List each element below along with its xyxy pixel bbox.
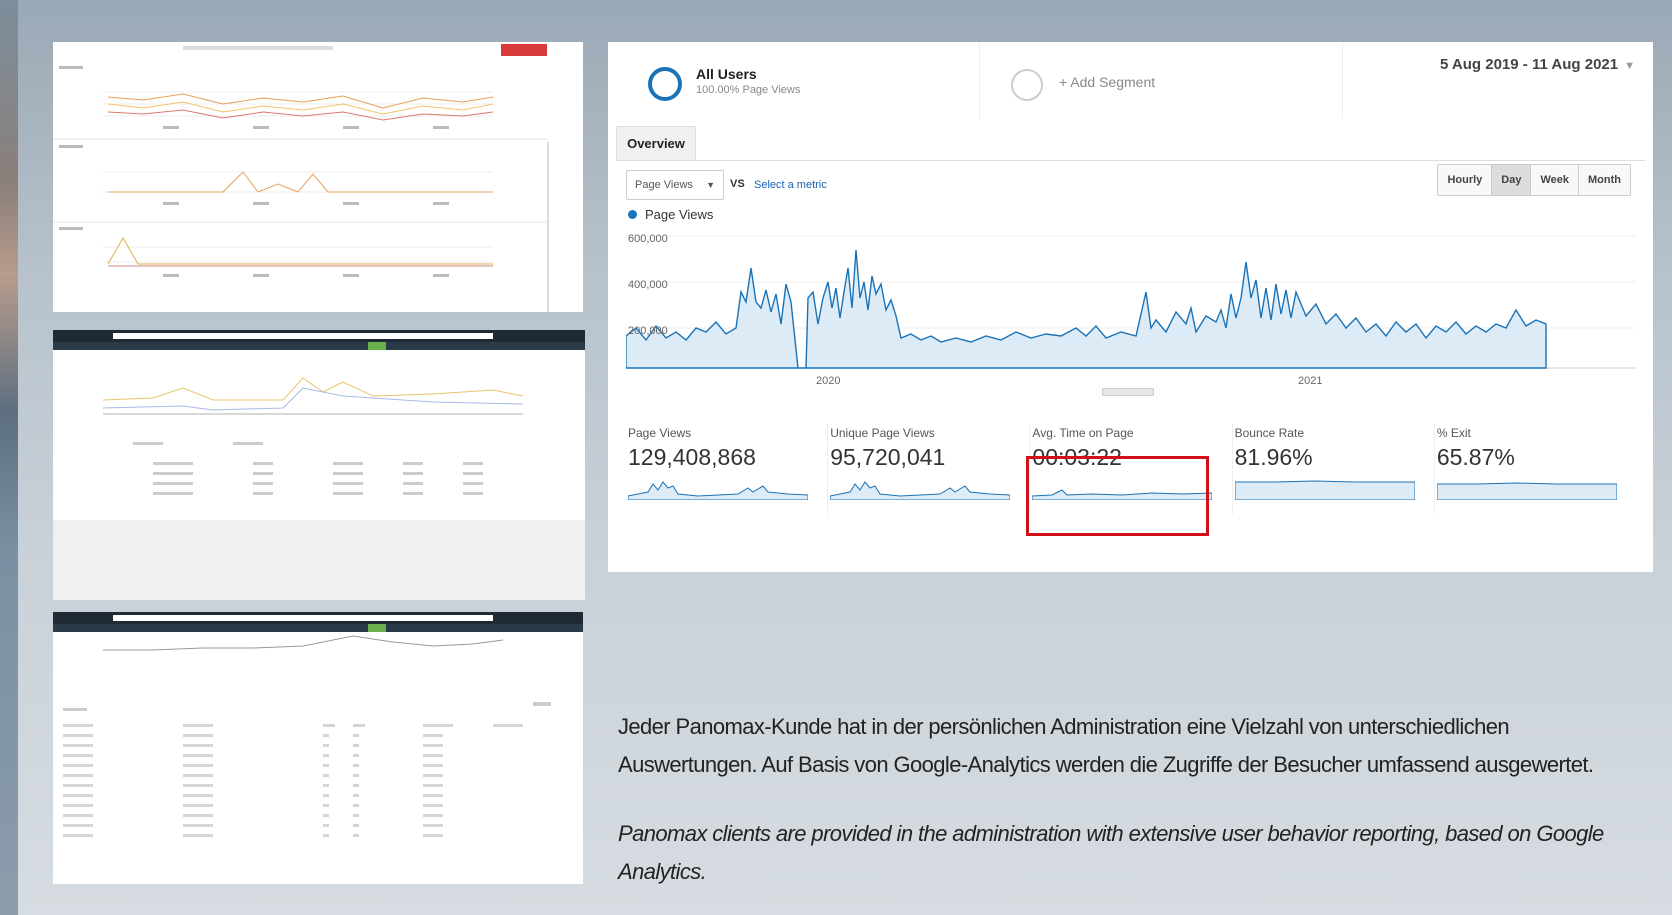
metric-dropdown-label: Page Views	[635, 179, 693, 191]
kpi-sparkline	[830, 481, 1011, 500]
vs-label: VS	[730, 178, 745, 190]
segment-subtitle: 100.00% Page Views	[696, 84, 801, 96]
x-tick-2021: 2021	[1298, 375, 1322, 387]
kpi-sparkline	[628, 481, 808, 500]
caret-down-icon: ▼	[706, 180, 715, 190]
granularity-hourly[interactable]: Hourly	[1438, 165, 1493, 195]
tab-divider	[616, 160, 1645, 161]
description-german: Jeder Panomax-Kunde hat in der persönlic…	[618, 714, 1594, 777]
add-segment-button[interactable]: + Add Segment	[981, 42, 1343, 119]
kpi-sparkline	[1436, 482, 1617, 500]
segment-all-users[interactable]: All Users 100.00% Page Views	[618, 42, 980, 119]
date-range-label: 5 Aug 2019 - 11 Aug 2021	[1439, 56, 1619, 73]
metric-dropdown[interactable]: Page Views ▼	[626, 170, 724, 200]
kpi-label: Unique Page Views	[830, 426, 935, 440]
granularity-day[interactable]: Day	[1492, 165, 1532, 195]
granularity-toggle: Hourly Day Week Month	[1437, 164, 1631, 196]
kpi-exit[interactable]: % Exit 65.87%	[1435, 424, 1636, 514]
kpi-value: 129,408,868	[628, 444, 756, 470]
page-views-area	[626, 249, 1547, 369]
date-range-picker[interactable]: 5 Aug 2019 - 11 Aug 2021 ▼	[1440, 56, 1635, 73]
kpi-value: 81.96%	[1234, 444, 1313, 470]
kpi-value: 65.87%	[1436, 444, 1515, 470]
y-tick-400000: 400,000	[628, 279, 668, 291]
caret-down-icon: ▼	[1624, 60, 1635, 72]
description-english: Panomax clients are provided in the admi…	[618, 821, 1604, 884]
page-views-chart: 600,000 400,000 200,000 2020 2021	[626, 233, 1636, 387]
kpi-label: Avg. Time on Page	[1032, 426, 1134, 440]
y-tick-600000: 600,000	[628, 233, 668, 245]
add-segment-label: + Add Segment	[1059, 74, 1156, 90]
segment-title: All Users	[696, 66, 757, 82]
kpi-value: 95,720,041	[830, 444, 946, 470]
chart-resize-handle[interactable]	[1102, 388, 1154, 396]
highlight-box	[1026, 456, 1209, 536]
y-tick-200000: 200,000	[628, 325, 668, 337]
select-metric-link[interactable]: Select a metric	[754, 179, 827, 191]
thumbnail-reports-1	[53, 42, 583, 312]
thumbnail-reports-3	[53, 612, 583, 884]
kpi-page-views[interactable]: Page Views 129,408,868	[626, 424, 829, 514]
kpi-label: Bounce Rate	[1234, 426, 1304, 440]
tab-overview[interactable]: Overview	[616, 126, 696, 160]
kpi-label: Page Views	[628, 426, 692, 440]
legend-label: Page Views	[645, 207, 714, 222]
legend-dot	[628, 210, 637, 219]
kpi-bounce-rate[interactable]: Bounce Rate 81.96%	[1233, 424, 1435, 514]
empty-circle-icon	[1011, 69, 1043, 101]
thumbnail-reports-2	[53, 330, 585, 600]
granularity-month[interactable]: Month	[1579, 165, 1630, 195]
segment-circle-icon	[648, 67, 682, 101]
background-edge	[0, 0, 18, 915]
x-tick-2020: 2020	[816, 375, 840, 387]
kpi-sparkline	[1234, 480, 1415, 500]
kpi-label: % Exit	[1436, 426, 1471, 440]
kpi-unique-page-views[interactable]: Unique Page Views 95,720,041	[828, 424, 1031, 514]
granularity-week[interactable]: Week	[1531, 165, 1580, 195]
